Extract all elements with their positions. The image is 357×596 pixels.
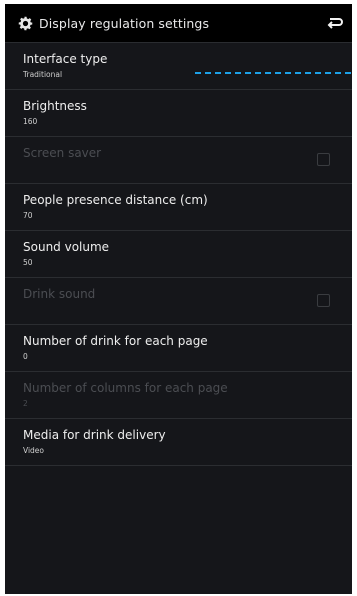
dashed-accent-line [195,72,351,74]
setting-label: Screen saver [23,146,102,160]
setting-drinks-per-page[interactable]: Number of drink for each page 0 [5,325,352,372]
setting-value: Video [23,446,45,455]
header-bar: Display regulation settings [5,4,352,43]
screen-saver-checkbox [317,153,330,166]
setting-value: 0 [23,352,28,361]
settings-screen: Display regulation settings Interface ty… [5,4,352,594]
settings-list: Interface type Traditional Brightness 16… [5,43,352,466]
setting-value: 2 [23,399,28,408]
setting-drink-sound: Drink sound [5,278,352,325]
setting-interface-type[interactable]: Interface type Traditional [5,43,352,90]
setting-label: Brightness [23,99,87,113]
setting-label: Media for drink delivery [23,428,166,442]
setting-columns-per-page: Number of columns for each page 2 [5,372,352,419]
setting-label: Number of drink for each page [23,334,208,348]
drink-sound-checkbox [317,294,330,307]
setting-label: Drink sound [23,287,96,301]
setting-screen-saver: Screen saver [5,137,352,184]
gear-icon [17,15,33,31]
setting-value: 160 [23,117,38,126]
setting-label: Number of columns for each page [23,381,228,395]
setting-brightness[interactable]: Brightness 160 [5,90,352,137]
setting-value: 50 [23,258,33,267]
page-title: Display regulation settings [39,15,210,31]
setting-sound-volume[interactable]: Sound volume 50 [5,231,352,278]
return-arrow-icon[interactable] [326,14,344,32]
setting-media-for-drink-delivery[interactable]: Media for drink delivery Video [5,419,352,466]
setting-label: Sound volume [23,240,110,254]
setting-value: Traditional [23,70,63,79]
setting-value: 70 [23,211,33,220]
setting-people-presence-distance[interactable]: People presence distance (cm) 70 [5,184,352,231]
setting-label: Interface type [23,52,108,66]
setting-label: People presence distance (cm) [23,193,208,207]
